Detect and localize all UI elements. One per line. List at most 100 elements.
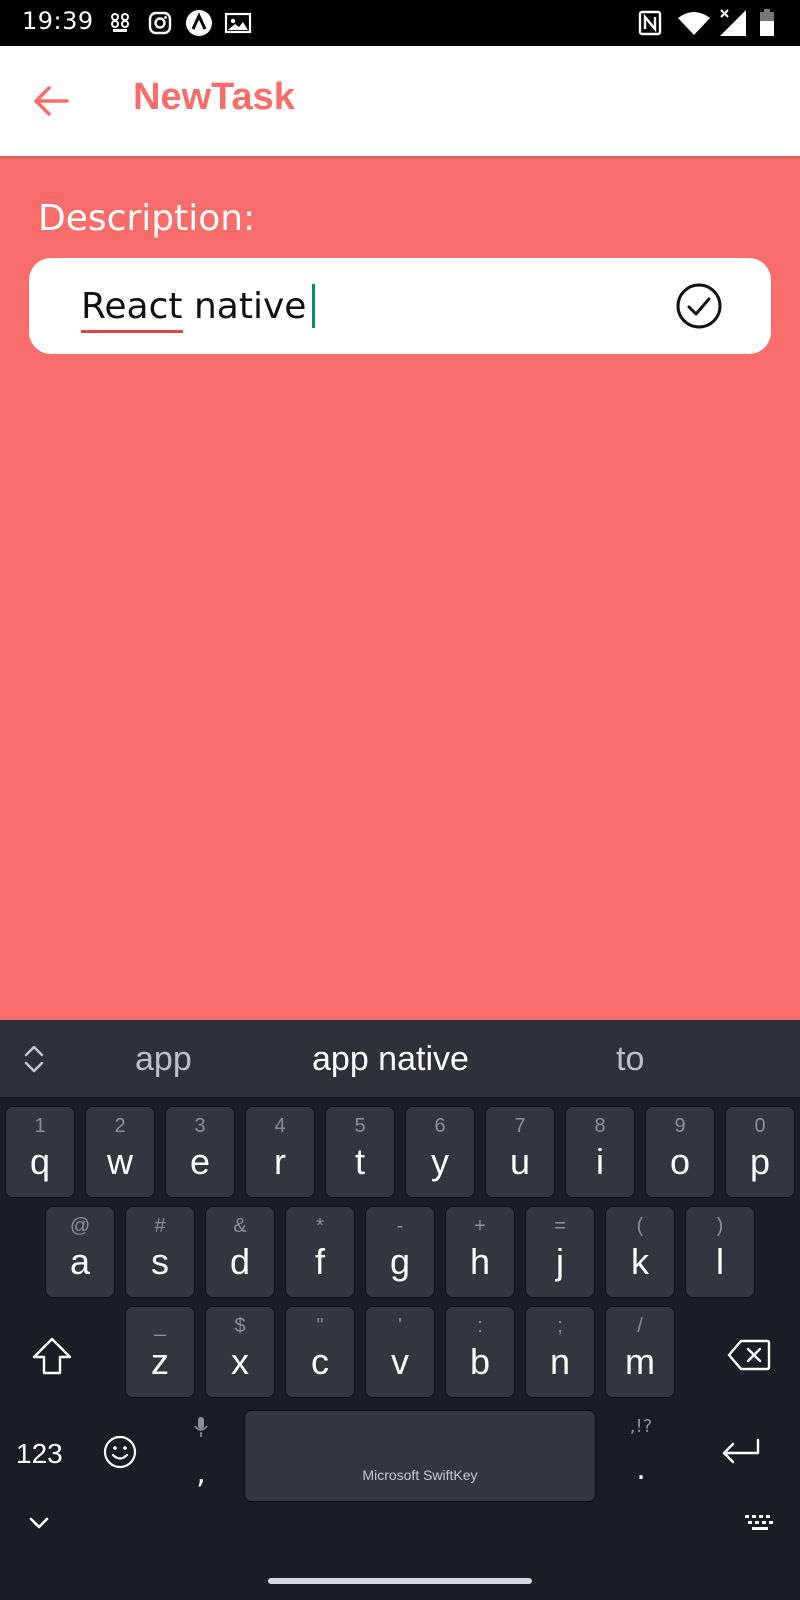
submit-button[interactable] [675, 282, 723, 330]
suggestion-2[interactable]: app native [312, 1040, 469, 1079]
key-sub: / [637, 1315, 643, 1337]
page-title: NewTask [133, 76, 295, 118]
emoji-key[interactable] [100, 1432, 140, 1472]
app-bar: NewTask [0, 46, 800, 156]
status-bar: 19:39 [0, 0, 800, 46]
key-sub: " [316, 1315, 324, 1337]
description-label: Description: [38, 198, 256, 239]
instagram-icon [147, 10, 173, 36]
key-label: b [469, 1341, 491, 1382]
suggestion-3[interactable]: to [616, 1040, 644, 1079]
key-u[interactable]: 7u [485, 1106, 555, 1198]
key-sub: 1 [34, 1115, 46, 1137]
key-label: w [107, 1141, 133, 1182]
key-l[interactable]: ) l [685, 1206, 755, 1298]
key-e[interactable]: 3e [165, 1106, 235, 1198]
space-key[interactable]: Microsoft SwiftKey [244, 1410, 596, 1502]
shift-icon [32, 1337, 72, 1375]
key-label: n [549, 1341, 571, 1382]
expand-toolbar-button[interactable] [18, 1040, 50, 1078]
key-j[interactable]: = j [525, 1206, 595, 1298]
key-sub: = [554, 1215, 566, 1237]
suggestion-bar: app app native to [0, 1020, 800, 1098]
text-caret [312, 284, 316, 328]
description-input-value[interactable]: React native [81, 282, 316, 333]
emoji-icon [103, 1435, 137, 1469]
key-label: e [189, 1141, 211, 1182]
screen: 19:39 NewTask Description: React native … [0, 0, 800, 1600]
enter-key[interactable] [718, 1430, 764, 1476]
back-button[interactable] [26, 76, 76, 126]
home-indicator[interactable] [268, 1578, 532, 1584]
key-t[interactable]: 5t [325, 1106, 395, 1198]
key-k[interactable]: (k [605, 1206, 675, 1298]
description-input[interactable]: React native [29, 258, 771, 354]
key-sub: 8 [594, 1115, 606, 1137]
key-n[interactable]: ; n [525, 1306, 595, 1398]
key-sub: + [474, 1215, 486, 1237]
key-label: x [231, 1341, 249, 1382]
key-i[interactable]: 8i [565, 1106, 635, 1198]
key-x[interactable]: $ x [205, 1306, 275, 1398]
input-word: native [182, 285, 307, 327]
comma-key[interactable]: , [186, 1416, 216, 1502]
period-label: . [636, 1452, 646, 1487]
key-a[interactable]: @ a [45, 1206, 115, 1298]
key-y[interactable]: 6y [405, 1106, 475, 1198]
key-sub: 9 [674, 1115, 686, 1137]
key-o[interactable]: 9o [645, 1106, 715, 1198]
key-g[interactable]: -g [365, 1206, 435, 1298]
photo-icon [224, 10, 252, 36]
key-sub: 2 [114, 1115, 126, 1137]
keyboard-switch-button[interactable] [742, 1508, 778, 1538]
backspace-key[interactable] [722, 1330, 776, 1380]
key-f[interactable]: * f [285, 1206, 355, 1298]
app-icon [185, 10, 213, 36]
key-v[interactable]: ' v [365, 1306, 435, 1398]
shift-key[interactable] [26, 1326, 78, 1386]
navigation-bar [0, 1558, 800, 1600]
key-q[interactable]: 1q [5, 1106, 75, 1198]
key-label: z [151, 1341, 169, 1382]
key-label: g [389, 1241, 411, 1282]
chevron-updown-icon [24, 1045, 44, 1073]
key-b[interactable]: :b [445, 1306, 515, 1398]
key-sub: ) [716, 1215, 724, 1237]
comma-label: , [196, 1456, 206, 1491]
nfc-icon [637, 10, 663, 36]
numbers-key[interactable]: 123 [16, 1438, 63, 1470]
backspace-icon [727, 1339, 771, 1371]
key-label: f [314, 1241, 325, 1282]
period-sub: ,!? [629, 1416, 653, 1437]
period-key[interactable]: ,!? . [626, 1416, 656, 1502]
signal-icon [718, 9, 748, 36]
key-label: s [151, 1241, 169, 1282]
key-sub: : [477, 1315, 483, 1337]
key-label: t [354, 1141, 365, 1182]
key-label: k [631, 1241, 649, 1282]
key-label: l [716, 1241, 724, 1282]
key-sub: ( [636, 1215, 644, 1237]
misspelled-word[interactable]: React [81, 286, 183, 333]
key-sub: 3 [194, 1115, 206, 1137]
key-m[interactable]: / m [605, 1306, 675, 1398]
key-r[interactable]: 4r [245, 1106, 315, 1198]
suggestion-1[interactable]: app [135, 1040, 192, 1079]
key-w[interactable]: 2w [85, 1106, 155, 1198]
keyboard-icon [745, 1515, 773, 1530]
key-label: y [431, 1141, 449, 1182]
key-label: m [625, 1341, 655, 1382]
wifi-icon [677, 10, 711, 36]
key-d[interactable]: & d [205, 1206, 275, 1298]
key-c[interactable]: " c [285, 1306, 355, 1398]
hide-keyboard-button[interactable] [24, 1508, 54, 1538]
key-label: r [274, 1141, 286, 1182]
key-p[interactable]: 0p [725, 1106, 795, 1198]
key-z[interactable]: _ z [125, 1306, 195, 1398]
key-h[interactable]: + h [445, 1206, 515, 1298]
status-time: 19:39 [22, 7, 94, 35]
key-sub: @ [69, 1215, 91, 1237]
key-label: d [229, 1241, 251, 1282]
key-label: p [749, 1141, 771, 1182]
key-s[interactable]: # s [125, 1206, 195, 1298]
